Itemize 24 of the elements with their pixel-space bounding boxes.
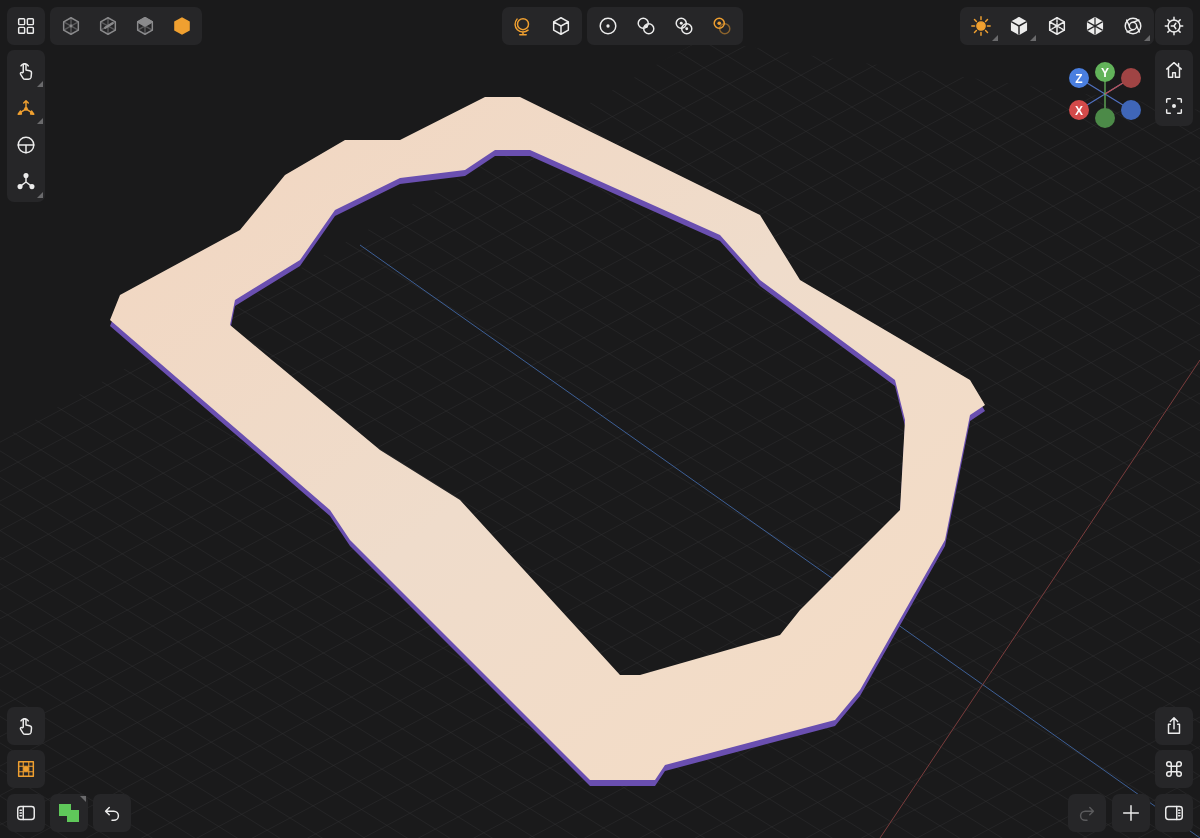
axis-ball[interactable]	[1121, 68, 1141, 88]
panel-toggle-icon[interactable]	[1155, 794, 1193, 832]
axis-ball[interactable]: Z	[1069, 68, 1089, 88]
axis-label: Y	[1101, 65, 1109, 80]
axis-ball[interactable]: Y	[1095, 62, 1115, 82]
axis-ball[interactable]	[1095, 108, 1115, 128]
settings-button[interactable]	[1155, 7, 1193, 45]
overlapping-squares-icon	[57, 801, 81, 825]
axis-ball[interactable]	[1121, 100, 1141, 120]
add-button[interactable]	[1112, 794, 1150, 832]
axis-label: Z	[1075, 71, 1083, 86]
axis-ball[interactable]: X	[1069, 100, 1089, 120]
snap-grid-icon[interactable]	[7, 750, 45, 788]
grid-icon	[15, 15, 37, 37]
axis-label: X	[1075, 103, 1083, 118]
plus-icon	[1120, 802, 1142, 824]
command-key-icon[interactable]	[1155, 750, 1193, 788]
share-icon[interactable]	[1155, 707, 1193, 745]
grid-menu-button[interactable]	[7, 7, 45, 45]
hand-pointer-icon[interactable]	[7, 707, 45, 745]
sidebar-toggle-icon[interactable]	[7, 794, 45, 832]
color-swatch-button[interactable]	[50, 794, 88, 832]
settings-icon	[1163, 15, 1185, 37]
undo-icon[interactable]	[93, 794, 131, 832]
